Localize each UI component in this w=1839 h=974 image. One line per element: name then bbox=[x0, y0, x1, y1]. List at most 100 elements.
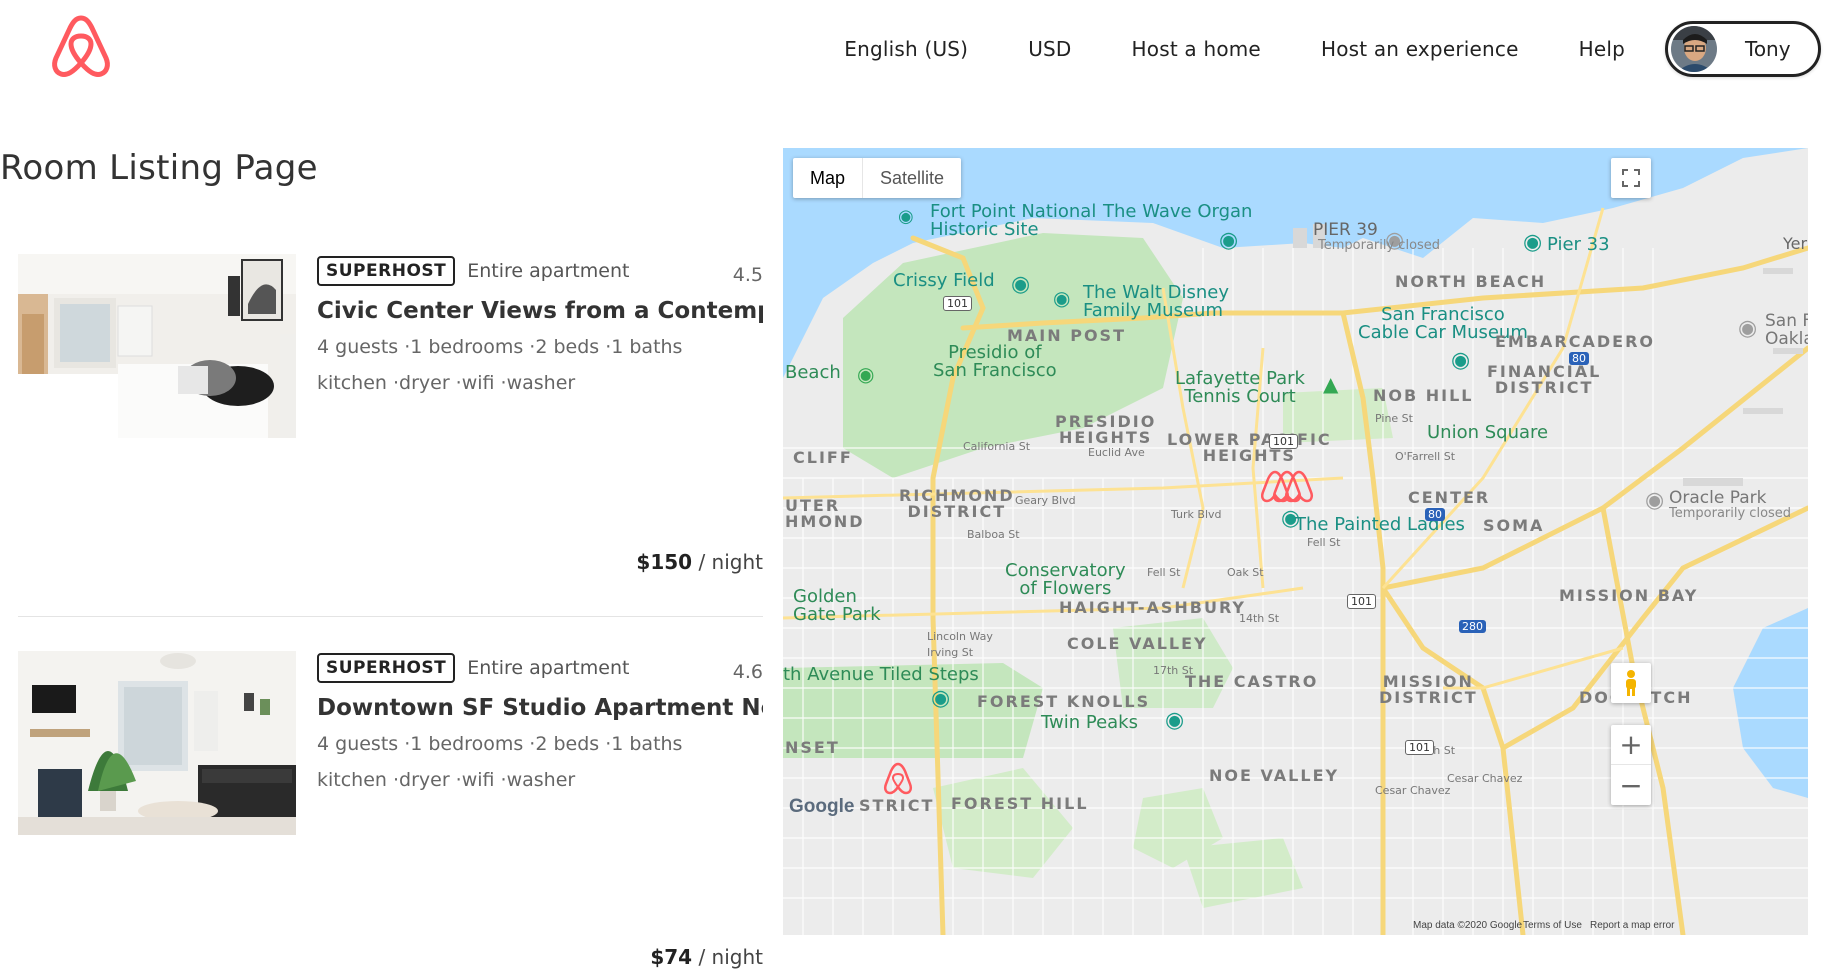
map-type-satellite-button[interactable]: Satellite bbox=[863, 158, 961, 198]
map-label: NORTH BEACH bbox=[1395, 272, 1547, 291]
street-label: Cesar Chavez bbox=[1447, 772, 1523, 785]
map-label: Temporarily closed bbox=[1318, 238, 1441, 253]
street-label: Euclid Ave bbox=[1088, 446, 1145, 459]
map-label: Beach bbox=[785, 362, 841, 383]
poi-pin-icon: ◉ bbox=[1645, 488, 1665, 513]
language-link[interactable]: English (US) bbox=[844, 37, 968, 61]
report-error-link[interactable]: Report a map error bbox=[1590, 920, 1674, 931]
map-label: The Walt Disney Family Museum bbox=[1083, 282, 1230, 321]
map[interactable]: ◉ ◉ ◉ ◉ ◉ ◉ ◉ ◉ ◉ ▲ ◉ ◉ ◉ ◉ Fort Point N… bbox=[783, 148, 1808, 935]
map-label: FOREST HILL bbox=[951, 794, 1089, 813]
highway-101-icon: 101 bbox=[943, 296, 972, 311]
listing-photo[interactable] bbox=[18, 254, 296, 438]
listing-title[interactable]: Downtown SF Studio Apartment Near Union … bbox=[317, 695, 763, 721]
currency-link[interactable]: USD bbox=[1028, 37, 1071, 61]
map-label: FOREST KNOLLS bbox=[977, 692, 1151, 711]
fullscreen-icon bbox=[1622, 169, 1640, 187]
highway-80-icon: 80 bbox=[1569, 352, 1589, 365]
price-unit: / night bbox=[698, 550, 763, 574]
map-label: Temporarily closed bbox=[1669, 506, 1792, 521]
airbnb-logo-icon[interactable] bbox=[48, 12, 114, 80]
poi-pin-icon: ◉ bbox=[1053, 286, 1071, 310]
street-label: California St bbox=[963, 440, 1031, 453]
map-label: LOWER PACIFIC HEIGHTS bbox=[1167, 430, 1332, 465]
map-label: Conservatory of Flowers bbox=[1005, 560, 1126, 599]
zoom-in-button[interactable]: + bbox=[1611, 725, 1651, 765]
street-label: Balboa St bbox=[967, 528, 1020, 541]
map-type-map-button[interactable]: Map bbox=[793, 158, 864, 198]
map-label: MISSION DISTRICT bbox=[1379, 672, 1478, 707]
map-label: San FrOaklan bbox=[1765, 311, 1808, 349]
highway-101-icon: 101 bbox=[1347, 594, 1376, 609]
listing-title[interactable]: Civic Center Views from a Contemporary A… bbox=[317, 298, 763, 324]
listing-card[interactable]: SUPERHOST Entire apartment 4.5 Civic Cen… bbox=[18, 254, 763, 584]
listing-marker-icon[interactable] bbox=[881, 760, 915, 796]
map-label: FINANCIAL DISTRICT bbox=[1487, 362, 1602, 397]
street-label: O'Farrell St bbox=[1395, 450, 1456, 463]
highway-80-icon: 80 bbox=[1425, 508, 1445, 521]
map-label: SOMA bbox=[1483, 516, 1545, 535]
map-label: MISSION BAY bbox=[1559, 586, 1699, 605]
listing-price: $74 / night bbox=[650, 945, 763, 969]
listing-price: $150 / night bbox=[636, 550, 763, 574]
terms-link[interactable]: Terms of Use bbox=[1523, 920, 1582, 931]
user-name: Tony bbox=[1745, 37, 1791, 61]
map-label: CENTER bbox=[1408, 488, 1491, 507]
map-label: STRICT bbox=[859, 796, 935, 815]
street-label: Turk Blvd bbox=[1171, 508, 1222, 521]
fullscreen-button[interactable] bbox=[1611, 158, 1651, 198]
map-canvas[interactable] bbox=[783, 148, 1808, 935]
street-label: Lincoln Way bbox=[927, 630, 993, 643]
map-label: th Avenue Tiled Steps bbox=[783, 664, 979, 685]
listing-type: Entire apartment bbox=[467, 260, 630, 282]
street-label: 17th St bbox=[1153, 664, 1194, 677]
map-label: EMBARCADERO bbox=[1495, 332, 1656, 351]
map-label: Crissy Field bbox=[893, 270, 995, 291]
price-amount: $74 bbox=[650, 945, 693, 969]
street-label: Pine St bbox=[1375, 412, 1413, 425]
price-amount: $150 bbox=[636, 550, 693, 574]
poi-pin-icon: ◉ bbox=[1011, 272, 1031, 297]
map-attribution: Map data ©2020 Google bbox=[1413, 920, 1523, 931]
park-pin-icon: ▲ bbox=[1323, 372, 1339, 396]
listing-marker-icon[interactable] bbox=[1261, 468, 1321, 504]
listing-info: SUPERHOST Entire apartment 4.6 Downtown … bbox=[317, 651, 763, 791]
pegman-icon bbox=[1626, 670, 1636, 696]
zoom-out-button[interactable]: − bbox=[1611, 765, 1651, 805]
top-nav: English (US) USD Host a home Host an exp… bbox=[844, 20, 1821, 78]
street-label: Irving St bbox=[927, 646, 974, 659]
map-label: PIER 39 bbox=[1313, 220, 1378, 240]
host-home-link[interactable]: Host a home bbox=[1132, 37, 1261, 61]
map-label: NSET bbox=[785, 738, 840, 757]
user-menu-button[interactable]: Tony bbox=[1665, 21, 1821, 77]
listing-card[interactable]: SUPERHOST Entire apartment 4.6 Downtown … bbox=[18, 651, 763, 971]
listing-photo[interactable] bbox=[18, 651, 296, 835]
zoom-control: + − bbox=[1611, 725, 1651, 805]
street-view-button[interactable] bbox=[1611, 663, 1651, 703]
host-experience-link[interactable]: Host an experience bbox=[1321, 37, 1519, 61]
map-label: Oracle Park bbox=[1669, 488, 1767, 508]
map-type-control: Map Satellite bbox=[793, 158, 962, 198]
poi-pin-icon: ◉ bbox=[1165, 708, 1185, 733]
listing-info: SUPERHOST Entire apartment 4.5 Civic Cen… bbox=[317, 254, 763, 394]
price-unit: / night bbox=[698, 945, 763, 969]
avatar bbox=[1671, 26, 1717, 72]
map-label: Yerb bbox=[1783, 234, 1808, 253]
listing-specs: 4 guests ·1 bedrooms ·2 beds ·1 baths bbox=[317, 733, 683, 755]
poi-pin-icon: ◉ bbox=[1451, 348, 1471, 373]
poi-pin-icon: ◉ bbox=[1738, 316, 1758, 341]
superhost-badge: SUPERHOST bbox=[317, 653, 456, 683]
map-label: Union Square bbox=[1427, 422, 1549, 443]
listing-rating: 4.6 bbox=[732, 661, 763, 683]
map-label: NOE VALLEY bbox=[1209, 766, 1340, 785]
listing-rating: 4.5 bbox=[732, 264, 763, 286]
help-link[interactable]: Help bbox=[1579, 37, 1625, 61]
google-logo[interactable]: Google bbox=[789, 796, 854, 818]
poi-pin-icon: ◉ bbox=[1219, 228, 1239, 253]
poi-pin-icon: ◉ bbox=[1523, 230, 1543, 255]
listing-divider bbox=[18, 616, 763, 617]
map-label: CLIFF bbox=[793, 448, 853, 467]
street-label: Oak St bbox=[1227, 566, 1264, 579]
highway-280-icon: 280 bbox=[1459, 620, 1486, 633]
highway-101-icon: 101 bbox=[1269, 434, 1298, 449]
